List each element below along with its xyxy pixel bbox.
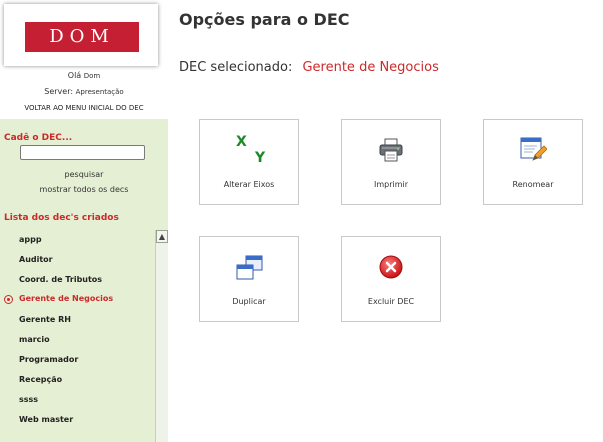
- server-info: Server: Apresentação: [0, 87, 168, 96]
- duplicate-button[interactable]: Duplicar: [199, 236, 299, 322]
- search-title: Cadê o DEC...: [4, 133, 73, 143]
- page-title: Opções para o DEC: [179, 10, 350, 29]
- sidebar: DOM Olá Dom Server: Apresentação VOLTAR …: [0, 0, 168, 442]
- dec-list-item[interactable]: Gerente RH: [19, 315, 71, 324]
- search-link[interactable]: pesquisar: [0, 170, 168, 179]
- dec-list-item[interactable]: marcio: [19, 335, 50, 344]
- dec-list-item[interactable]: Recepção: [19, 375, 62, 384]
- scroll-up-arrow-icon[interactable]: ▲: [156, 230, 168, 243]
- tile-label: Imprimir: [373, 180, 409, 189]
- dec-list-item[interactable]: appp: [19, 235, 42, 244]
- print-button[interactable]: Imprimir: [341, 119, 441, 205]
- delete-dec-button[interactable]: Excluir DEC: [341, 236, 441, 322]
- dec-list-item[interactable]: ssss: [19, 395, 38, 404]
- duplicate-icon: [236, 255, 263, 280]
- delete-icon: [379, 255, 403, 279]
- tile-label: Alterar Eixos: [223, 180, 275, 189]
- dec-list-scrollbar[interactable]: ▲: [155, 230, 168, 442]
- rename-icon: [520, 137, 547, 161]
- printer-icon: [379, 138, 403, 162]
- dec-list-title: Lista dos dec's criados: [4, 213, 119, 223]
- dec-list-item-selected[interactable]: Gerente de Negocios: [19, 294, 113, 303]
- search-input[interactable]: [20, 145, 145, 160]
- selected-dec-name: Gerente de Negocios: [302, 60, 439, 75]
- logo-text: DOM: [25, 22, 139, 52]
- server-name: Apresentação: [75, 88, 124, 96]
- dec-list-item[interactable]: Coord. de Tributos: [19, 275, 102, 284]
- selected-radio-icon: [4, 295, 13, 304]
- tile-label: Excluir DEC: [367, 297, 415, 306]
- server-label: Server:: [44, 87, 74, 96]
- rename-button[interactable]: Renomear: [483, 119, 583, 205]
- alter-axes-button[interactable]: X Y Alterar Eixos: [199, 119, 299, 205]
- greeting: Olá Dom: [0, 71, 168, 80]
- dec-list-item[interactable]: Programador: [19, 355, 78, 364]
- back-to-menu-link[interactable]: VOLTAR AO MENU INICIAL DO DEC: [0, 104, 168, 112]
- selected-dec-label: DEC selecionado:: [179, 60, 293, 75]
- logo[interactable]: DOM: [4, 4, 158, 66]
- user-name: Dom: [83, 72, 101, 80]
- greeting-label: Olá: [67, 71, 82, 80]
- dec-list-item[interactable]: Auditor: [19, 255, 53, 264]
- xy-axes-icon: X Y: [236, 134, 266, 166]
- tile-label: Renomear: [512, 180, 554, 189]
- tile-label: Duplicar: [232, 297, 266, 306]
- dec-list-item[interactable]: Web master: [19, 415, 73, 424]
- show-all-link[interactable]: mostrar todos os decs: [0, 185, 168, 194]
- selected-dec-line: DEC selecionado: Gerente de Negocios: [179, 60, 439, 75]
